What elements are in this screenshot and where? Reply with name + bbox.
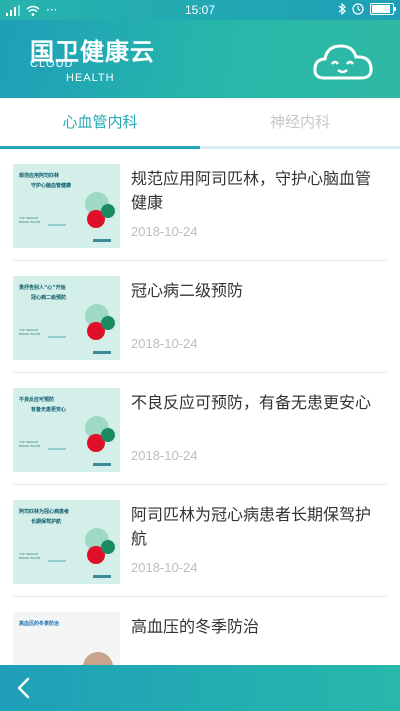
thumb-line-1: 勇抒告别人“心”开始 — [19, 285, 66, 291]
article-title: 阿司匹林为冠心病患者长期保驾护航 — [131, 505, 372, 548]
article-thumbnail: 规范应用阿司匹林 守护心脑血管健康 THE MIRROR BRAND BAYER — [13, 164, 120, 248]
tab-neurology[interactable]: 神经内科 — [200, 98, 400, 148]
thumb-line-2: 长期保驾护航 — [31, 519, 62, 525]
article-date: 2018-10-24 — [131, 224, 198, 239]
article-thumbnail: 阿司匹林为冠心病患者 长期保驾护航 THE MIRROR BRAND BAYER — [13, 500, 120, 584]
brand-name-en-1: CLOUD — [30, 58, 74, 70]
clock-icon — [352, 3, 364, 15]
thumb-line-1: 阿司匹林为冠心病患者 — [19, 509, 70, 515]
article-item[interactable]: 阿司匹林为冠心病患者 长期保驾护航 THE MIRROR BRAND BAYER… — [0, 485, 400, 597]
article-item[interactable]: 高血压的冬季防治 高血压的冬季防治 — [0, 597, 400, 665]
thumb-line-2: 有备无患更安心 — [31, 407, 67, 413]
thumb-logo — [93, 463, 111, 466]
brand-name-en-2: HEALTH — [66, 72, 115, 84]
thumb-brand: THE MIRROR BRAND BAYER — [19, 440, 41, 448]
article-date: 2018-10-24 — [131, 448, 198, 463]
tab-cardiology[interactable]: 心血管内科 — [0, 98, 200, 148]
chevron-left-icon[interactable] — [10, 673, 38, 703]
thumb-line-1: 规范应用阿司匹林 — [19, 173, 60, 179]
thumb-line-2: 守护心脑血管健康 — [31, 183, 72, 189]
article-item[interactable]: 勇抒告别人“心”开始 冠心病二级预防 THE MIRROR BRAND BAYE… — [0, 261, 400, 373]
thumb-logo — [93, 351, 111, 354]
article-list: 规范应用阿司匹林 守护心脑血管健康 THE MIRROR BRAND BAYER… — [0, 149, 400, 665]
thumb-logo — [93, 575, 111, 578]
thumb-line-1: 高血压的冬季防治 — [19, 621, 60, 627]
article-date: 2018-10-24 — [131, 560, 198, 575]
thumb-green-circle — [101, 540, 115, 554]
article-title: 高血压的冬季防治 — [131, 617, 260, 636]
thumb-decor-circle — [83, 652, 113, 665]
thumb-green-circle — [101, 428, 115, 442]
app-header: 国卫健康云 CLOUD HEALTH — [0, 20, 400, 98]
article-title: 规范应用阿司匹林，守护心脑血管健康 — [131, 169, 372, 212]
status-bar: ··· 15:07 — [0, 0, 400, 20]
cloud-face-icon[interactable] — [312, 40, 374, 82]
status-right-icons — [338, 3, 396, 15]
thumb-caption-line — [48, 448, 66, 450]
thumb-caption-line — [48, 336, 66, 338]
thumb-brand: THE MIRROR BRAND BAYER — [19, 328, 41, 336]
thumb-brand: THE MIRROR BRAND BAYER — [19, 216, 41, 224]
thumb-caption-line — [48, 560, 66, 562]
article-thumbnail: 不良反应可预防 有备无患更安心 THE MIRROR BRAND BAYER — [13, 388, 120, 472]
article-item[interactable]: 不良反应可预防 有备无患更安心 THE MIRROR BRAND BAYER 不… — [0, 373, 400, 485]
article-date: 2018-10-24 — [131, 336, 198, 351]
category-tabs: 心血管内科 神经内科 — [0, 98, 400, 148]
battery-icon — [370, 3, 396, 15]
article-title: 冠心病二级预防 — [131, 281, 244, 300]
bottom-bar — [0, 665, 400, 711]
article-title: 不良反应可预防，有备无患更安心 — [131, 393, 372, 412]
thumb-line-2: 冠心病二级预防 — [31, 295, 67, 301]
bluetooth-icon — [338, 3, 346, 15]
thumb-brand: THE MIRROR BRAND BAYER — [19, 552, 41, 560]
article-thumbnail: 高血压的冬季防治 — [13, 612, 120, 665]
article-thumbnail: 勇抒告别人“心”开始 冠心病二级预防 THE MIRROR BRAND BAYE… — [13, 276, 120, 360]
article-item[interactable]: 规范应用阿司匹林 守护心脑血管健康 THE MIRROR BRAND BAYER… — [0, 149, 400, 261]
thumb-green-circle — [101, 316, 115, 330]
brand-logo: 国卫健康云 CLOUD HEALTH — [30, 32, 155, 84]
thumb-logo — [93, 239, 111, 242]
thumb-green-circle — [101, 204, 115, 218]
thumb-line-1: 不良反应可预防 — [19, 397, 55, 403]
thumb-caption-line — [48, 224, 66, 226]
